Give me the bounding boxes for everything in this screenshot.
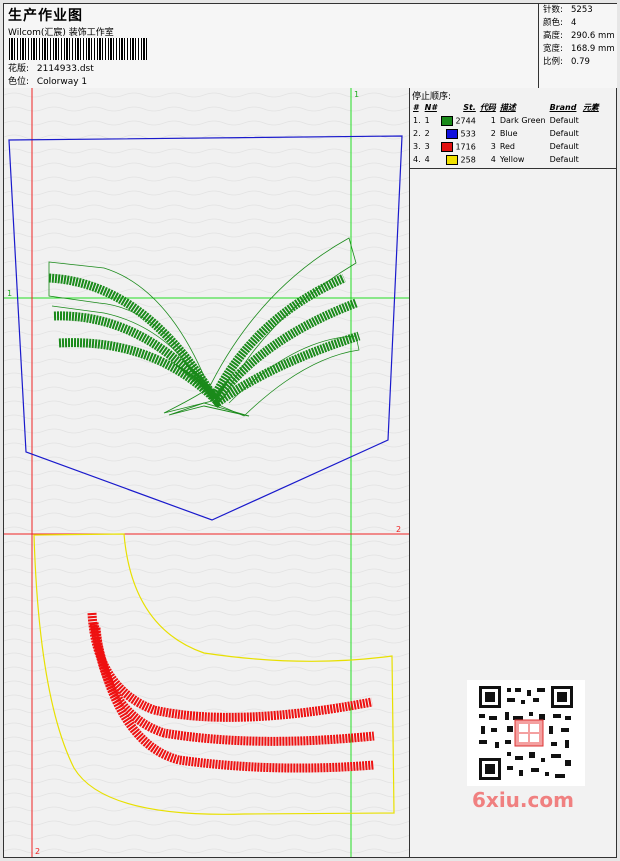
row-element bbox=[581, 153, 601, 166]
row-code: 4 bbox=[490, 155, 496, 164]
row-index: 1. bbox=[413, 116, 421, 125]
stat-value: 290.6 mm bbox=[571, 31, 615, 41]
row-needle: 3 bbox=[424, 142, 430, 151]
stat-label: 比例: bbox=[543, 57, 563, 67]
row-desc: Blue bbox=[499, 129, 518, 138]
stat-label: 高度: bbox=[543, 31, 563, 41]
row-stitches: 258 bbox=[460, 155, 476, 164]
col-header: # bbox=[413, 103, 419, 112]
row-stitches-cell: 533 bbox=[439, 127, 478, 140]
color-swatch bbox=[445, 154, 458, 165]
row-stitches-cell: 258 bbox=[439, 153, 478, 166]
barcode bbox=[9, 38, 147, 60]
stop-sequence-box: 停止顺序: # N# St. 代码 描述 Brand 元素 1. 1 2744 … bbox=[410, 88, 616, 169]
stat-stitches: 针数: 5253 bbox=[539, 4, 617, 17]
guide-label-v2: 2 bbox=[35, 847, 40, 856]
design-file-line: 花版: 2114933.dst bbox=[8, 61, 94, 74]
stat-colors: 颜色: 4 bbox=[539, 17, 617, 30]
color-swatch bbox=[440, 141, 453, 152]
guide-label-v1: 1 bbox=[354, 90, 359, 99]
row-needle: 2 bbox=[424, 129, 430, 138]
table-row: 3. 3 1716 3 Red Default bbox=[411, 140, 601, 153]
qr-code bbox=[467, 680, 585, 786]
row-element bbox=[581, 140, 601, 153]
row-brand: Default bbox=[549, 116, 579, 125]
stat-value: 5253 bbox=[571, 5, 593, 15]
guide-label-h2: 2 bbox=[396, 525, 401, 534]
stat-height: 高度: 290.6 mm bbox=[539, 30, 617, 43]
row-brand: Default bbox=[549, 129, 579, 138]
row-brand: Default bbox=[549, 155, 579, 164]
design-file-label: 花版: bbox=[8, 64, 30, 74]
row-index: 2. bbox=[413, 129, 421, 138]
table-header-row: # N# St. 代码 描述 Brand 元素 bbox=[411, 101, 601, 114]
row-code: 3 bbox=[490, 142, 496, 151]
stat-scale: 比例: 0.79 bbox=[539, 56, 617, 69]
stat-label: 宽度: bbox=[543, 44, 563, 54]
row-code: 1 bbox=[490, 116, 496, 125]
row-index: 3. bbox=[413, 142, 421, 151]
stat-label: 针数: bbox=[543, 5, 563, 15]
col-header: 元素 bbox=[582, 103, 599, 112]
stat-label: 颜色: bbox=[543, 18, 563, 28]
table-row: 4. 4 258 4 Yellow Default bbox=[411, 153, 601, 166]
color-swatch bbox=[445, 128, 458, 139]
company-name: Wilcom(汇宸) 装饰工作室 bbox=[8, 28, 114, 38]
row-code: 2 bbox=[490, 129, 496, 138]
table-row: 2. 2 533 2 Blue Default bbox=[411, 127, 601, 140]
colorway-label: 色位: bbox=[8, 77, 30, 87]
row-desc: Dark Green bbox=[499, 116, 546, 125]
col-header: N# bbox=[424, 103, 437, 112]
col-header: Brand bbox=[549, 103, 577, 112]
stat-value: 4 bbox=[571, 18, 577, 28]
col-header: St. bbox=[463, 103, 476, 112]
row-stitches: 1716 bbox=[455, 142, 476, 151]
header: 生产作业图 Wilcom(汇宸) 装饰工作室 花版: 2114933.dst 色… bbox=[4, 4, 617, 89]
row-stitches: 2744 bbox=[455, 116, 476, 125]
guide-label-h1: 1 bbox=[7, 289, 12, 298]
color-swatch bbox=[440, 115, 453, 126]
canvas-texture bbox=[4, 88, 409, 857]
row-desc: Red bbox=[499, 142, 516, 151]
stat-value: 168.9 mm bbox=[571, 44, 615, 54]
row-desc: Yellow bbox=[499, 155, 525, 164]
row-element bbox=[581, 114, 601, 127]
col-header: 代码 bbox=[479, 103, 496, 112]
row-needle: 4 bbox=[424, 155, 430, 164]
row-stitches-cell: 2744 bbox=[439, 114, 478, 127]
row-stitches-cell: 1716 bbox=[439, 140, 478, 153]
design-file-value: 2114933.dst bbox=[36, 64, 94, 74]
row-needle: 1 bbox=[424, 116, 430, 125]
design-drawing: 1 1 2 2 bbox=[4, 88, 409, 857]
stop-sequence-table: # N# St. 代码 描述 Brand 元素 1. 1 2744 1 Dark… bbox=[411, 101, 601, 166]
stat-width: 宽度: 168.9 mm bbox=[539, 43, 617, 56]
watermark-text: 6xiu.com bbox=[472, 788, 574, 812]
row-element bbox=[581, 127, 601, 140]
row-stitches: 533 bbox=[460, 129, 476, 138]
stat-value: 0.79 bbox=[571, 57, 590, 67]
row-index: 4. bbox=[413, 155, 421, 164]
col-header: 描述 bbox=[499, 103, 516, 112]
sheet-title: 生产作业图 bbox=[8, 8, 83, 24]
design-canvas: 1 1 2 2 bbox=[4, 88, 410, 857]
stats-box: 针数: 5253 颜色: 4 高度: 290.6 mm 宽度: 168.9 mm 比例:… bbox=[538, 4, 617, 88]
colorway-line: 色位: Colorway 1 bbox=[8, 74, 87, 87]
row-brand: Default bbox=[549, 142, 579, 151]
colorway-value: Colorway 1 bbox=[36, 77, 88, 87]
table-row: 1. 1 2744 1 Dark Green Default bbox=[411, 114, 601, 127]
